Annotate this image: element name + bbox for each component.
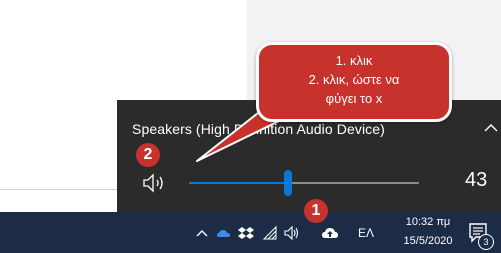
step-badge-2: 2 bbox=[136, 143, 160, 167]
callout-bubble: 1. κλικ 2. κλικ, ώστε να φύγει το x bbox=[256, 42, 452, 122]
callout-line-2: 2. κλικ, ώστε να bbox=[308, 72, 400, 87]
callout-text: 1. κλικ 2. κλικ, ώστε να φύγει το x bbox=[259, 51, 449, 108]
device-name-label[interactable]: Speakers (High Definition Audio Device) bbox=[132, 121, 385, 137]
callout-line-3: φύγει το x bbox=[325, 91, 383, 106]
step-badge-1: 1 bbox=[304, 199, 328, 223]
clock-date[interactable]: 15/5/2020 bbox=[398, 235, 458, 247]
onedrive-icon[interactable] bbox=[216, 225, 232, 241]
chevron-up-icon[interactable] bbox=[483, 120, 499, 136]
volume-slider-fill bbox=[189, 182, 288, 184]
speaker-icon[interactable] bbox=[284, 225, 300, 241]
dropbox-icon[interactable] bbox=[238, 225, 254, 241]
volume-slider[interactable] bbox=[189, 170, 419, 196]
wifi-icon[interactable] bbox=[262, 225, 278, 241]
callout-line-1: 1. κλικ bbox=[335, 53, 373, 68]
cloud-upload-icon[interactable] bbox=[322, 225, 338, 241]
notification-count-badge: 3 bbox=[478, 234, 494, 250]
language-indicator[interactable]: ΕΛ bbox=[358, 226, 374, 240]
background-divider bbox=[0, 189, 120, 190]
taskbar: ΕΛ 10:32 πμ 15/5/2020 3 bbox=[0, 212, 501, 253]
speaker-icon[interactable] bbox=[142, 173, 168, 193]
volume-value: 43 bbox=[465, 169, 488, 191]
volume-slider-thumb[interactable] bbox=[284, 170, 292, 196]
clock-time[interactable]: 10:32 πμ bbox=[400, 216, 456, 228]
chevron-up-icon[interactable] bbox=[194, 225, 210, 241]
